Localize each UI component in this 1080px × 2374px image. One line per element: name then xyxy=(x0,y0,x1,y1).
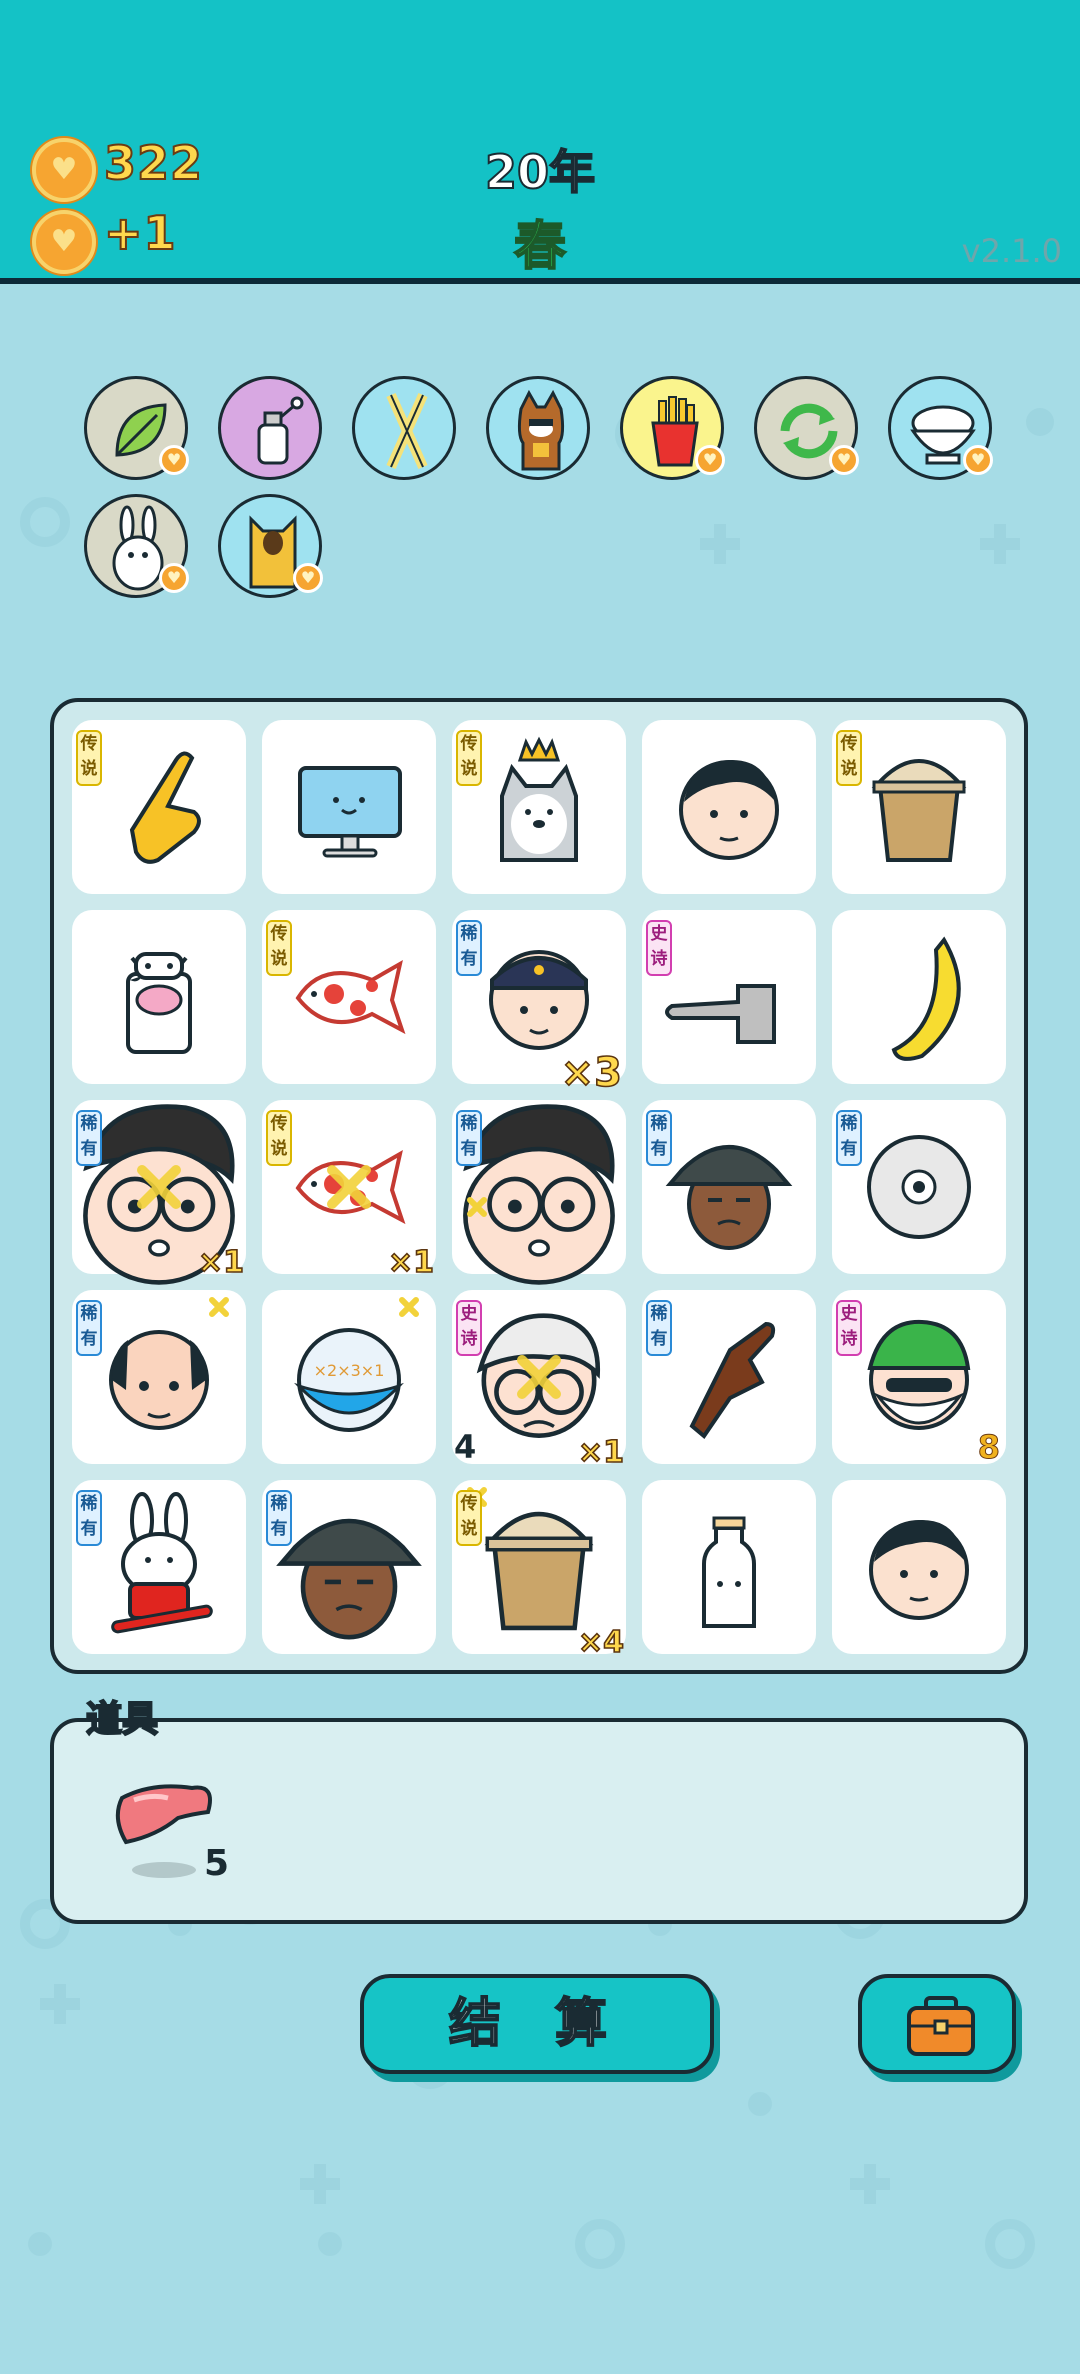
heart-badge-icon: ♥ xyxy=(159,563,189,593)
board-cell-grandpa[interactable]: 史诗 ×1 4 xyxy=(452,1290,626,1471)
bag-button[interactable] xyxy=(858,1974,1016,2074)
year-label: 20年 xyxy=(484,144,596,200)
rarity-tag: 传说 xyxy=(836,730,862,786)
buff-cat[interactable]: ♥ xyxy=(218,494,323,598)
cow-icon xyxy=(126,952,192,1054)
rarity-tag: 稀有 xyxy=(836,1110,862,1166)
count-label: 8 xyxy=(977,1428,1000,1467)
board-cell-man-face[interactable] xyxy=(832,1480,1006,1654)
multiplier-label: ×3 xyxy=(560,1049,623,1097)
board-cell-bubble-tea[interactable]: 传说 ×4 xyxy=(452,1480,626,1661)
board-cell-computer-monitor[interactable] xyxy=(262,720,436,894)
version-label: v2.1.0 xyxy=(961,232,1062,270)
coin-count: 322 xyxy=(103,135,204,191)
board-cell-bubble-tea[interactable]: 传说 xyxy=(832,720,1006,894)
perfume-bottle-icon xyxy=(257,396,304,465)
rarity-tag: 传说 xyxy=(456,730,482,786)
rarity-tag: 稀有 xyxy=(266,1490,292,1546)
coin-income-icon xyxy=(32,210,96,274)
board-cell-koi-fish[interactable]: 传说 xyxy=(262,910,436,1084)
rarity-tag: 传说 xyxy=(456,1490,482,1546)
board-cell-green-hair-grandpa[interactable]: 史诗 8 xyxy=(832,1290,1006,1467)
board-cell-koi-fish[interactable]: 传说 ×1 xyxy=(262,1100,436,1281)
board-cell-glasses-boy[interactable]: 稀有 ×1 xyxy=(72,1100,246,1285)
rarity-tag: 传说 xyxy=(266,1110,292,1166)
heart-badge-icon: ♥ xyxy=(695,445,725,475)
board-cell-police-officer[interactable]: 稀有 ×3 xyxy=(452,910,626,1097)
coin-icon xyxy=(32,138,96,202)
board-cell-cow[interactable] xyxy=(72,910,246,1084)
heart-badge-icon: ♥ xyxy=(159,445,189,475)
computer-monitor-icon xyxy=(298,766,402,858)
rarity-tag: 稀有 xyxy=(456,920,482,976)
buff-dog[interactable] xyxy=(486,376,590,480)
rarity-tag: 稀有 xyxy=(456,1110,482,1166)
math-ball-icon: ×2×3×1 xyxy=(294,1297,419,1432)
buff-straws[interactable] xyxy=(352,376,456,480)
rarity-tag: 稀有 xyxy=(76,1490,102,1546)
milk-bottle-icon xyxy=(702,1516,756,1628)
board-cell-chocolate-hand[interactable]: 稀有 xyxy=(642,1290,816,1464)
board-cell-bucket-hat-man[interactable]: 稀有 xyxy=(642,1100,816,1274)
coin-income: +1 xyxy=(103,205,177,261)
rarity-tag: 稀有 xyxy=(646,1300,672,1356)
board-cell-cd-disc[interactable]: 稀有 xyxy=(832,1100,1006,1274)
buff-leaf[interactable]: ♥ xyxy=(84,376,189,480)
multiplier-label: ×1 xyxy=(387,1244,435,1281)
rarity-tag: 传说 xyxy=(266,920,292,976)
man-face-icon xyxy=(869,1520,969,1620)
board-cell-banana[interactable] xyxy=(832,910,1006,1084)
svg-text:×2×3×1: ×2×3×1 xyxy=(314,1361,385,1380)
husky-dog-icon xyxy=(517,389,565,471)
rarity-tag: 传说 xyxy=(76,730,102,786)
season-label: 春 xyxy=(513,216,567,278)
heart-badge-icon: ♥ xyxy=(293,563,323,593)
briefcase-icon xyxy=(907,1996,975,2056)
board-cell-husky-king[interactable]: 传说 xyxy=(452,720,626,894)
heart-badge-icon: ♥ xyxy=(829,445,859,475)
rarity-tag: 史诗 xyxy=(646,920,672,976)
liver-count: 5 xyxy=(204,1843,230,1884)
items-panel-title: 道具 xyxy=(85,1698,159,1741)
heart-badge-icon: ♥ xyxy=(963,445,993,475)
rarity-tag: 稀有 xyxy=(646,1110,672,1166)
settle-button[interactable]: 结 算 xyxy=(360,1974,714,2074)
crossed-straws-icon xyxy=(386,392,428,470)
board-cell-milk-bottle[interactable] xyxy=(642,1480,816,1654)
buff-perfume[interactable] xyxy=(218,376,322,480)
board-cell-man-face[interactable] xyxy=(642,720,816,894)
buff-rice[interactable]: ♥ xyxy=(888,376,993,480)
board-cell-bald-man[interactable]: 稀有 xyxy=(72,1290,246,1464)
board-cell-math-ball[interactable]: ×2×3×1 xyxy=(262,1290,436,1464)
rarity-tag: 史诗 xyxy=(836,1300,862,1356)
settle-button-label: 结 算 xyxy=(448,1993,626,2055)
buff-fries[interactable]: ♥ xyxy=(620,376,725,480)
rarity-tag: 稀有 xyxy=(76,1300,102,1356)
buff-refresh[interactable]: ♥ xyxy=(754,376,859,480)
banana-icon xyxy=(891,936,961,1061)
multiplier-label: ×1 xyxy=(577,1434,625,1471)
man-face-icon xyxy=(679,760,779,860)
rarity-tag: 史诗 xyxy=(456,1300,482,1356)
board-cell-bucket-hat-man[interactable]: 稀有 xyxy=(262,1480,436,1654)
buff-rabbit[interactable]: ♥ xyxy=(84,494,189,598)
multiplier-label: ×4 xyxy=(577,1624,625,1661)
board-cell-rabbit-skateboard[interactable]: 稀有 xyxy=(72,1480,246,1654)
count-label: 4 xyxy=(454,1428,477,1466)
board-cell-glasses-boy[interactable]: 稀有 xyxy=(452,1100,626,1285)
board-cell-pointing-hand[interactable]: 传说 xyxy=(72,720,246,894)
multiplier-label: ×1 xyxy=(197,1244,245,1281)
board-cell-stone-hand[interactable]: 史诗 xyxy=(642,910,816,1084)
rarity-tag: 稀有 xyxy=(76,1110,102,1166)
